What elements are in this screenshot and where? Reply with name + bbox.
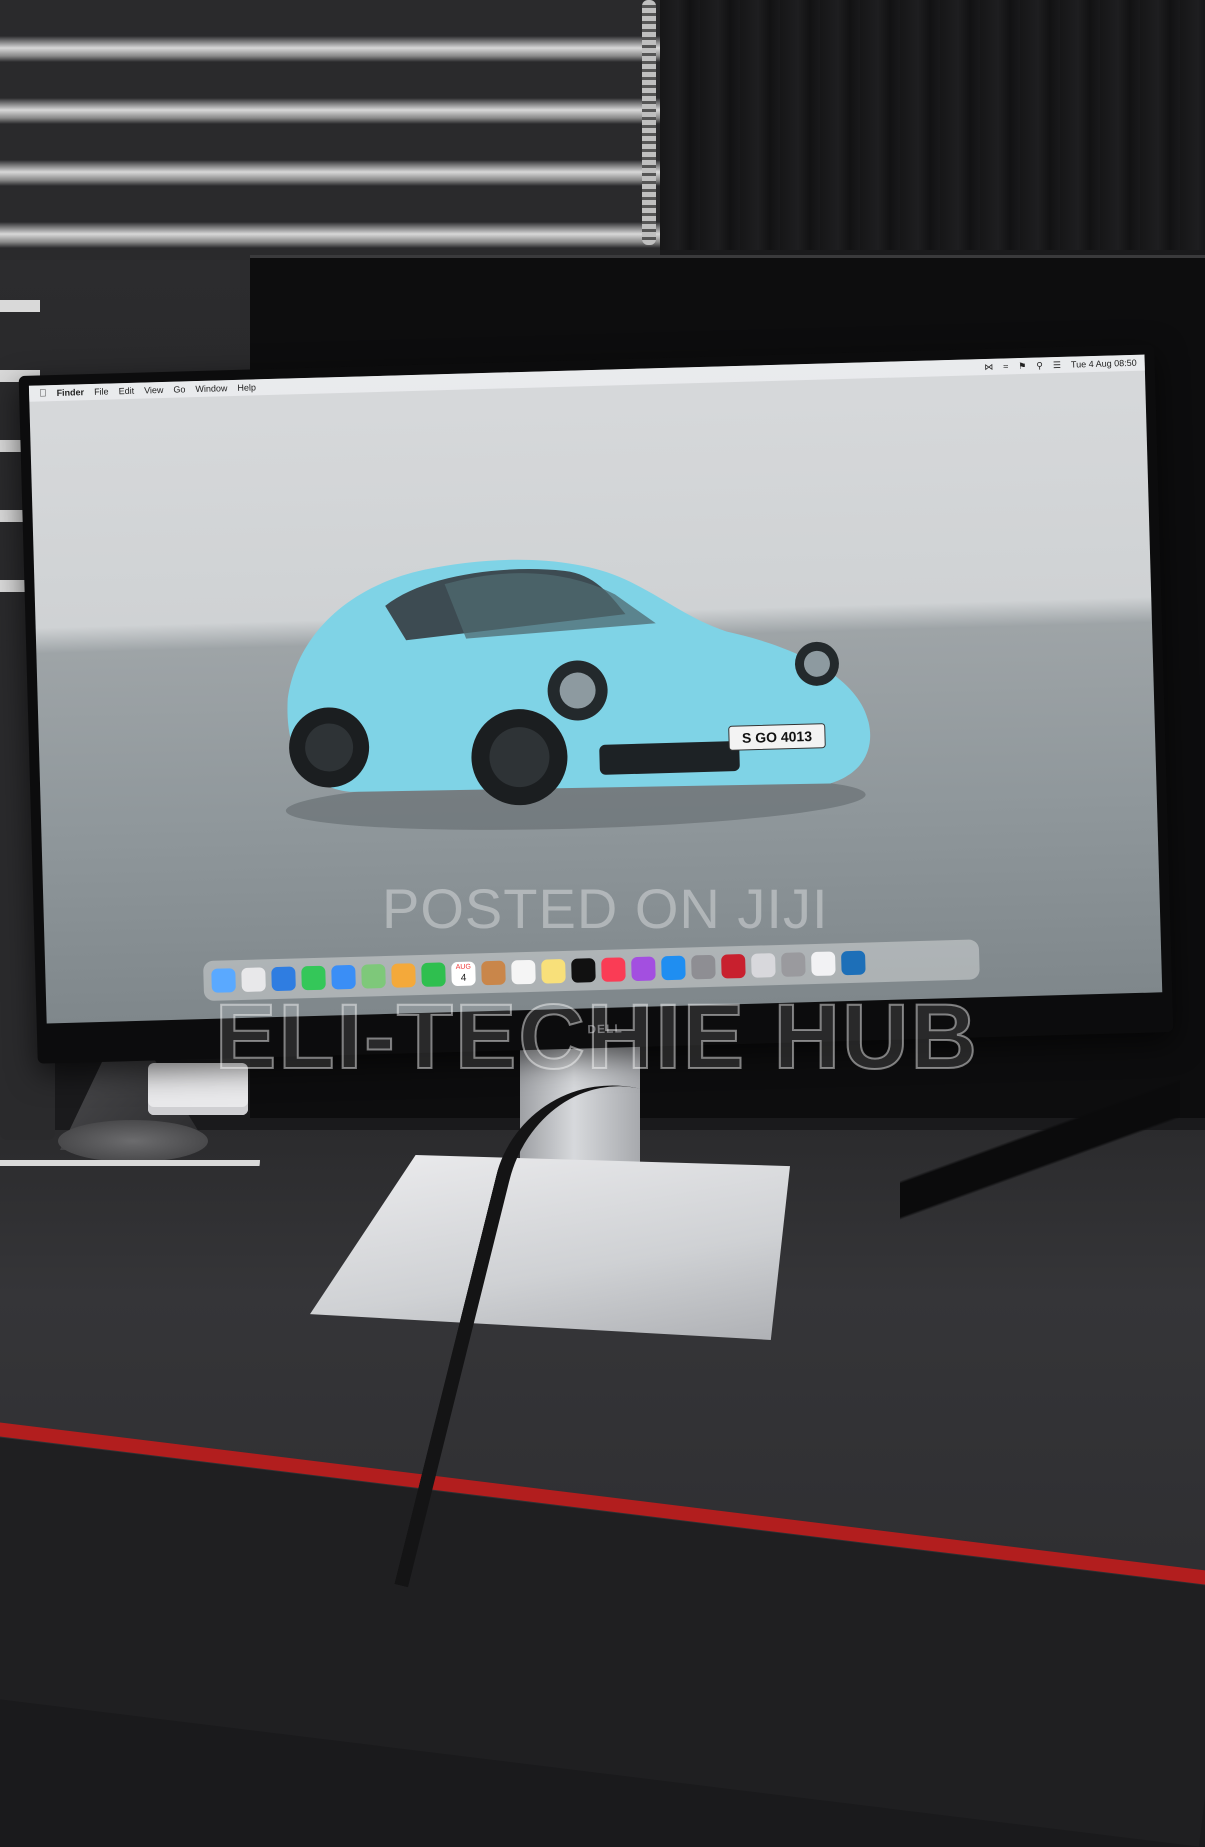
bluetooth-icon[interactable]: ⋈ xyxy=(984,361,993,372)
wifi-icon[interactable]: ≈ xyxy=(1003,361,1008,371)
music-icon[interactable] xyxy=(601,957,626,982)
document-icon[interactable] xyxy=(811,951,836,977)
rear-monitor-stand-leg xyxy=(900,1060,1180,1260)
menubar-status-area: ⋈ ≈ ⚑ ⚲ ☰ Tue 4 Aug 08:50 xyxy=(984,355,1137,375)
automator-icon[interactable] xyxy=(781,952,806,977)
window-blinds xyxy=(0,0,660,260)
flag-icon[interactable]: ⚑ xyxy=(1018,360,1026,371)
acoustic-curtain xyxy=(660,0,1205,250)
menu-window[interactable]: Window xyxy=(195,383,227,394)
menu-app-name[interactable]: Finder xyxy=(56,387,84,398)
menu-view[interactable]: View xyxy=(144,385,164,396)
search-icon[interactable]: ⚲ xyxy=(1036,360,1043,371)
dictionary-icon[interactable] xyxy=(721,953,746,979)
dell-monitor:  Finder File Edit View Go Window Help ⋈… xyxy=(18,344,1174,1064)
apple-icon[interactable]:  xyxy=(39,388,47,399)
wallpaper-car: S GO 4013 xyxy=(285,559,871,830)
blind-chain xyxy=(642,0,656,245)
podcasts-icon[interactable] xyxy=(631,956,656,982)
watermark-shop: ELI-TECHIE HUB xyxy=(214,985,979,1089)
system-preferences-icon[interactable] xyxy=(691,954,716,980)
menubar-clock[interactable]: Tue 4 Aug 08:50 xyxy=(1071,358,1137,370)
menu-edit[interactable]: Edit xyxy=(118,386,134,396)
front-grille xyxy=(599,741,740,775)
calendar-day: 4 xyxy=(460,972,467,984)
white-cable xyxy=(0,1160,260,1196)
calendar-month: AUG xyxy=(455,963,471,972)
contacts-icon[interactable] xyxy=(481,960,506,986)
app-store-icon[interactable] xyxy=(661,955,686,981)
stand-disc xyxy=(58,1120,208,1162)
screen-icon[interactable] xyxy=(840,950,866,976)
reminders-icon[interactable] xyxy=(511,959,536,985)
facetime-icon[interactable] xyxy=(421,962,446,987)
tv-icon[interactable] xyxy=(571,958,596,983)
license-plate-text: S GO 4013 xyxy=(742,728,813,746)
watermark-posted: POSTED ON JIJI xyxy=(382,877,829,940)
control-center-icon[interactable]: ☰ xyxy=(1053,359,1061,370)
menu-go[interactable]: Go xyxy=(173,384,185,394)
notes-icon[interactable] xyxy=(541,958,566,984)
menu-help[interactable]: Help xyxy=(237,382,256,393)
menu-file[interactable]: File xyxy=(94,386,109,396)
preview-icon[interactable] xyxy=(751,953,776,978)
calendar-icon[interactable]: AUG 4 xyxy=(451,961,476,987)
